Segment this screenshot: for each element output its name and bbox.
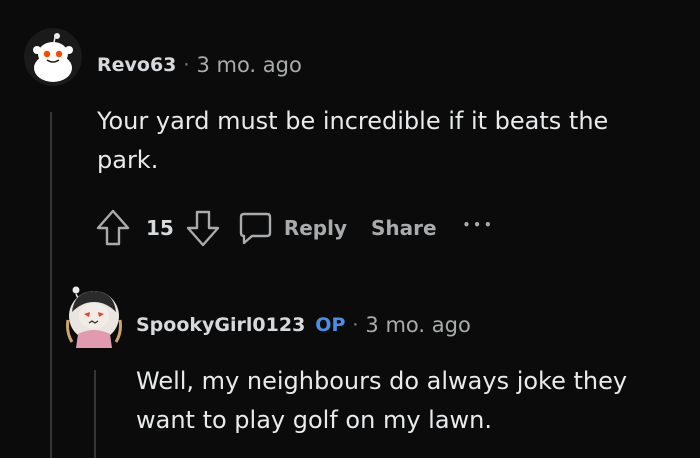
snoo-avatar-icon: [24, 28, 82, 86]
op-badge: OP: [315, 314, 346, 336]
comment-body: Well, my neighbours do always joke they …: [136, 362, 627, 440]
thread-line[interactable]: [50, 112, 52, 458]
downvote-button[interactable]: [184, 207, 222, 249]
upvote-button[interactable]: [94, 207, 132, 249]
avatar[interactable]: [24, 28, 82, 86]
avatar[interactable]: [66, 282, 122, 348]
more-dots-icon: •••: [462, 218, 495, 232]
share-button[interactable]: Share: [371, 216, 437, 240]
timestamp[interactable]: 3 mo. ago: [196, 53, 301, 77]
comment-meta: Revo63 · 3 mo. ago: [97, 53, 302, 77]
comment-body-line: park.: [97, 146, 159, 174]
comment-body-line: Well, my neighbours do always joke they: [136, 367, 628, 395]
vote-count: 15: [146, 216, 174, 240]
reply-label: Reply: [283, 216, 348, 240]
custom-avatar-icon: [66, 286, 122, 348]
comment-actions: 15 Reply Share •••: [94, 207, 495, 249]
comment-bubble-icon: [239, 212, 272, 245]
comment-meta: SpookyGirl0123 OP · 3 mo. ago: [136, 313, 471, 337]
downvote-arrow-icon: [186, 210, 220, 247]
separator-dot: ·: [183, 54, 190, 76]
thread-line-reply[interactable]: [94, 370, 96, 458]
comment-body-line: Your yard must be incredible if it beats…: [97, 107, 609, 135]
upvote-arrow-icon: [96, 209, 130, 246]
more-options-button[interactable]: •••: [463, 218, 495, 232]
username[interactable]: SpookyGirl0123: [136, 314, 305, 336]
username[interactable]: Revo63: [97, 54, 176, 76]
reply-button[interactable]: Reply: [236, 209, 347, 247]
comment-body-line: want to play golf on my lawn.: [136, 406, 492, 434]
timestamp[interactable]: 3 mo. ago: [365, 313, 470, 337]
separator-dot: ·: [352, 314, 359, 336]
share-label: Share: [371, 216, 437, 240]
comment-body: Your yard must be incredible if it beats…: [97, 102, 608, 180]
